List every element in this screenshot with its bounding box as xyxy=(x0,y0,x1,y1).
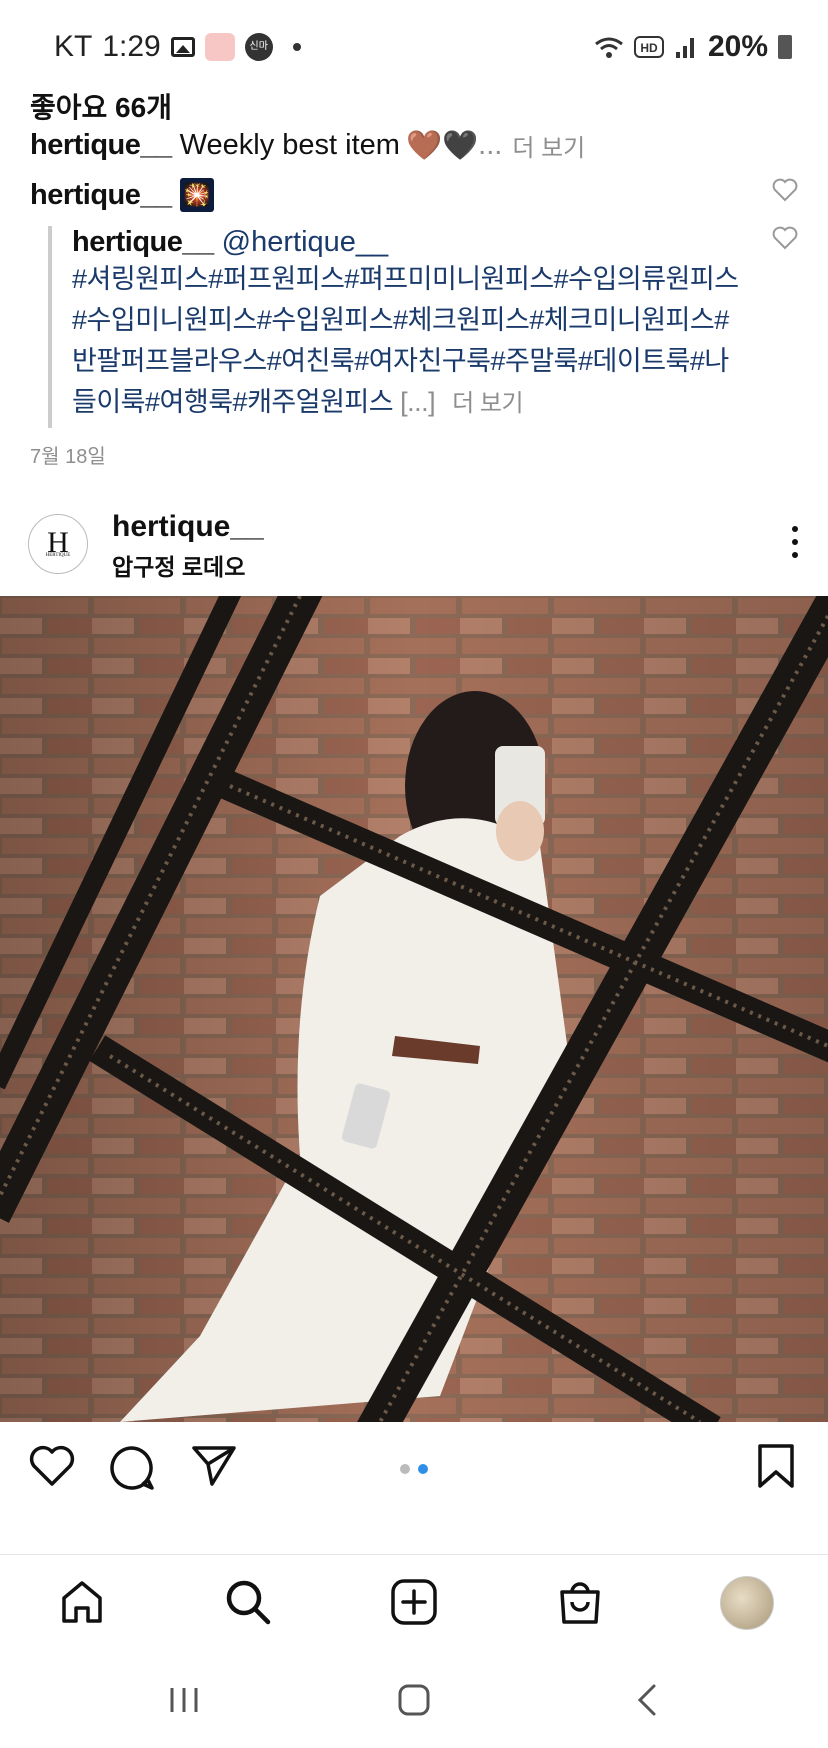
comment-emoji: 🎇 xyxy=(179,178,214,212)
post-location[interactable]: 압구정 로데오 xyxy=(112,548,245,582)
shop-icon[interactable] xyxy=(556,1578,604,1626)
reply-ellipsis: [...] xyxy=(400,387,436,417)
profile-avatar[interactable] xyxy=(720,1576,774,1630)
reply-mention[interactable]: @hertique__ xyxy=(222,226,389,258)
nav-divider xyxy=(0,1554,828,1555)
post-actions xyxy=(0,1430,828,1510)
signal-icon xyxy=(675,38,694,58)
carousel-dot xyxy=(400,1464,410,1474)
create-icon[interactable] xyxy=(390,1578,438,1626)
post-date: 7월 18일 xyxy=(30,446,106,468)
battery-percent: 20% xyxy=(707,30,768,63)
comment-username[interactable]: hertique__ xyxy=(30,179,172,212)
caption-ellipsis: ... xyxy=(478,129,503,161)
caption-line: hertique__ Weekly best item 🤎🖤 ... 더 보기 xyxy=(30,128,585,163)
image-icon xyxy=(170,37,195,57)
status-left: KT 1:29 신마 xyxy=(54,30,301,64)
comment-like-heart-icon[interactable] xyxy=(772,178,798,202)
cat-sticker-icon xyxy=(204,33,235,61)
clock: 1:29 xyxy=(102,30,161,63)
svg-text:HD: HD xyxy=(640,41,658,55)
post-avatar[interactable]: H HERTIQUE xyxy=(28,514,88,574)
badge-icon: 신마 xyxy=(244,33,273,61)
back-icon[interactable] xyxy=(630,1682,666,1718)
reply-header: hertique__ @hertique__ xyxy=(72,226,752,259)
caption-emoji: 🤎🖤 xyxy=(405,129,479,162)
status-right: HD 20% xyxy=(594,30,792,64)
reply-like-heart-icon[interactable] xyxy=(772,226,798,250)
recent-apps-icon[interactable] xyxy=(166,1682,202,1718)
likes-count[interactable]: 좋아요 66개 xyxy=(30,86,172,126)
wifi-icon xyxy=(595,37,623,58)
caption-more-link[interactable]: 더 보기 xyxy=(512,128,585,163)
photo-illustration xyxy=(0,596,828,1422)
reply-hashtags-block: #셔링원피스#퍼프원피스#펴프미미니원피스#수입의류원피스#수입미니원피스#수입… xyxy=(72,259,752,424)
comment-line: hertique__ 🎇 xyxy=(30,178,214,212)
home-icon[interactable] xyxy=(58,1578,106,1626)
avatar-sub: HERTIQUE xyxy=(45,553,71,558)
share-icon[interactable] xyxy=(190,1444,238,1488)
system-nav xyxy=(0,1660,828,1748)
reply-thread: hertique__ @hertique__ #셔링원피스#퍼프원피스#펴프미미니… xyxy=(48,226,752,428)
post-photo[interactable] xyxy=(0,596,828,1422)
dot-icon xyxy=(292,43,301,51)
caption-username[interactable]: hertique__ xyxy=(30,129,172,162)
comment-icon[interactable] xyxy=(108,1444,156,1492)
bookmark-icon[interactable] xyxy=(756,1444,796,1488)
heart-icon[interactable] xyxy=(28,1444,76,1488)
battery-icon xyxy=(778,35,792,59)
reply-more-link[interactable]: 더 보기 xyxy=(452,390,523,417)
status-bar: KT 1:29 신마 HD 20% xyxy=(0,0,828,96)
hd-icon: HD xyxy=(633,36,664,58)
carousel-indicator xyxy=(400,1464,428,1474)
home-button-icon[interactable] xyxy=(396,1682,432,1718)
search-icon[interactable] xyxy=(224,1578,272,1626)
bottom-nav xyxy=(0,1560,828,1648)
post-header: H HERTIQUE hertique__ 압구정 로데오 xyxy=(0,508,828,588)
more-options-icon[interactable] xyxy=(792,526,800,565)
carousel-dot-active xyxy=(418,1464,428,1474)
reply-username[interactable]: hertique__ xyxy=(72,226,214,258)
caption-text: Weekly best item xyxy=(179,129,400,161)
carrier-label: KT xyxy=(54,30,93,63)
post-username[interactable]: hertique__ xyxy=(112,510,264,544)
